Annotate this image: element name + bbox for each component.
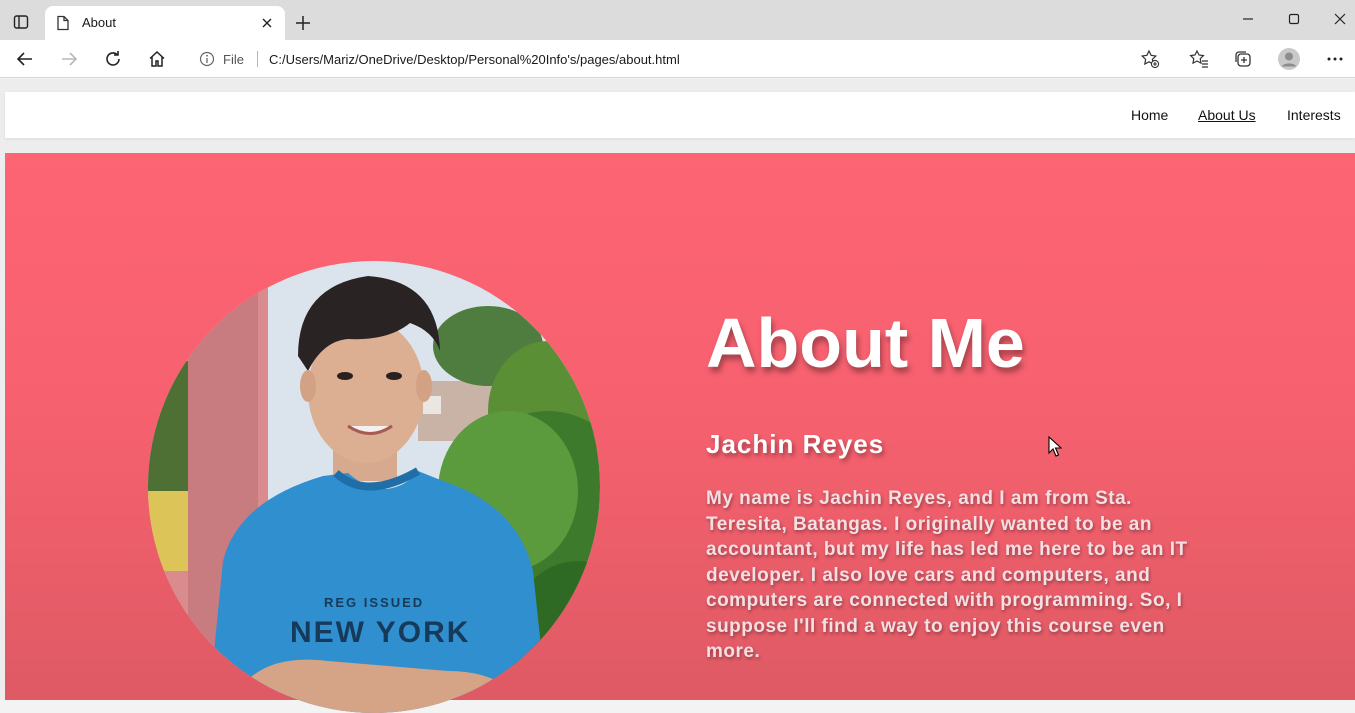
minimize-icon[interactable] [1235, 8, 1261, 30]
mouse-cursor-icon [1048, 435, 1063, 463]
browser-toolbar: File C:/Users/Mariz/OneDrive/Desktop/Per… [0, 40, 1355, 78]
profile-icon[interactable] [1276, 46, 1302, 72]
address-scheme-label: File [223, 52, 244, 67]
profile-name: Jachin Reyes [706, 429, 885, 459]
more-icon[interactable] [1322, 46, 1348, 72]
close-icon[interactable] [257, 13, 277, 33]
profile-bio: My name is Jachin Reyes, and I am from S… [706, 488, 1188, 662]
address-bar[interactable]: File C:/Users/Mariz/OneDrive/Desktop/Per… [186, 44, 1172, 74]
window-close-icon[interactable] [1327, 8, 1353, 30]
nav-interests-link[interactable]: Interests [1287, 107, 1341, 123]
page-viewport: Home About Us Interests REG ISSUED NEW Y… [0, 79, 1355, 713]
tab-title: About [82, 15, 116, 30]
info-icon[interactable] [199, 51, 215, 72]
page-title: About Me [706, 304, 1025, 382]
tab-strip: About [0, 0, 1355, 40]
sidebar-icon[interactable] [10, 11, 32, 33]
refresh-icon[interactable] [100, 46, 126, 72]
address-divider [257, 51, 258, 67]
page-icon [56, 15, 70, 36]
collections-icon[interactable] [1230, 46, 1256, 72]
favorites-icon[interactable] [1186, 46, 1212, 72]
forward-icon[interactable] [56, 46, 82, 72]
nav-home-link[interactable]: Home [1131, 107, 1168, 123]
shirt-print-small: REG ISSUED [324, 595, 425, 610]
add-favorite-icon[interactable] [1140, 49, 1160, 74]
profile-photo: REG ISSUED NEW YORK [148, 261, 600, 713]
back-icon[interactable] [12, 46, 38, 72]
site-navbar: Home About Us Interests [5, 92, 1355, 138]
address-url[interactable]: C:/Users/Mariz/OneDrive/Desktop/Personal… [269, 52, 680, 67]
maximize-icon[interactable] [1281, 8, 1307, 30]
plus-icon[interactable] [292, 12, 314, 34]
home-icon[interactable] [144, 46, 170, 72]
nav-about-link[interactable]: About Us [1198, 107, 1256, 123]
browser-tab[interactable]: About [45, 6, 285, 40]
shirt-print-large: NEW YORK [290, 616, 471, 649]
about-hero-section: REG ISSUED NEW YORK About Me Jachin Reye… [5, 153, 1355, 713]
